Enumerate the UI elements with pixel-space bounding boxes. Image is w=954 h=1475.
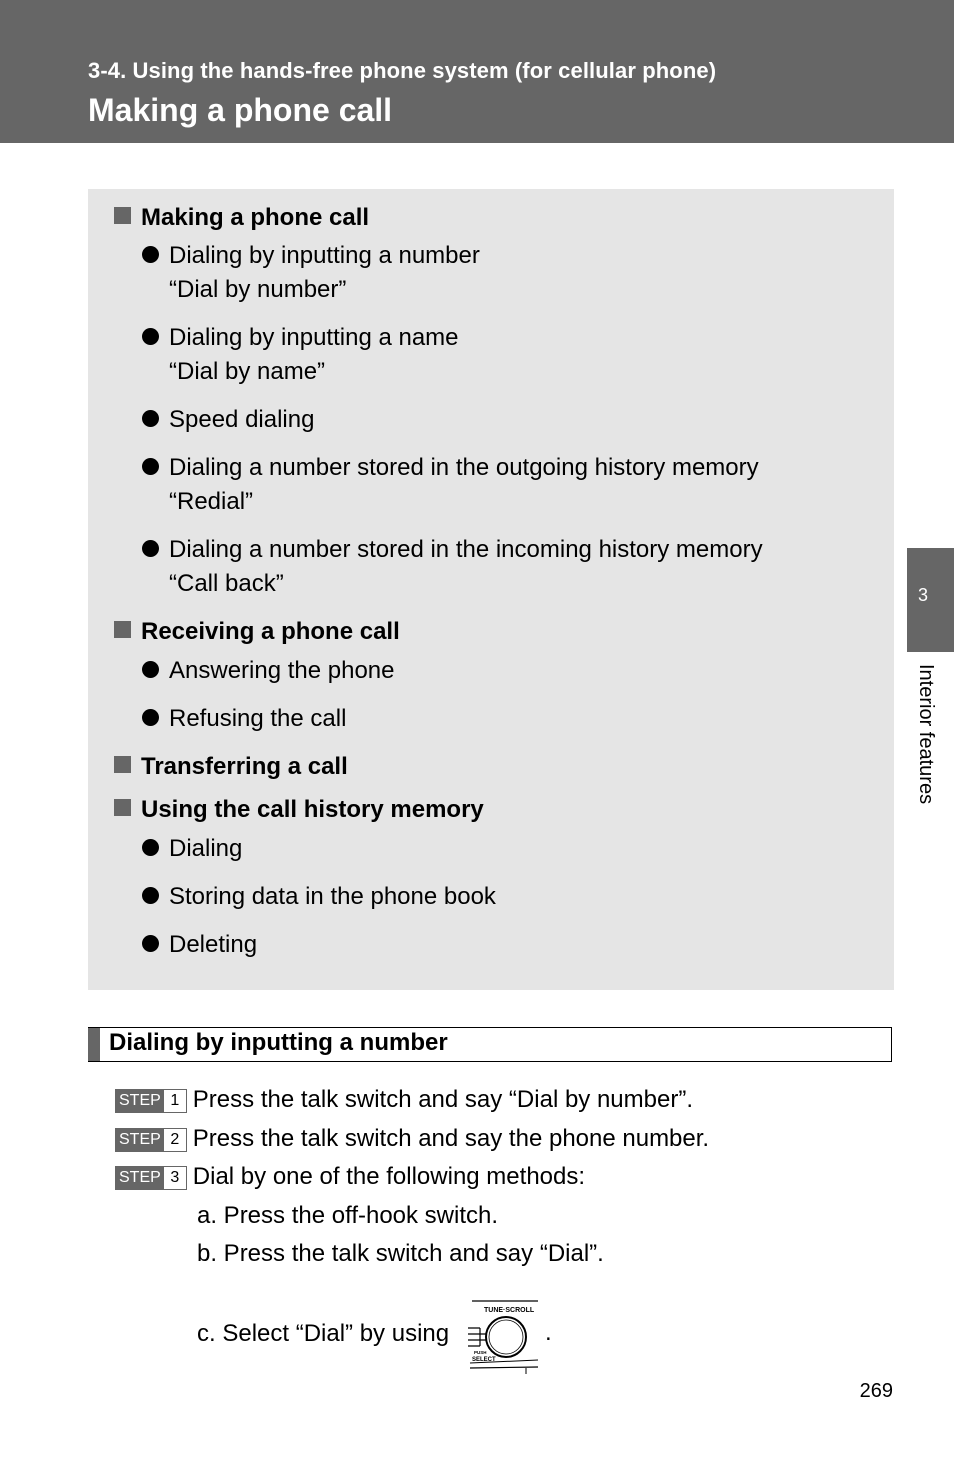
summary-bullet: Dialing a number stored in the incoming … xyxy=(142,533,763,601)
heading-bar xyxy=(88,1028,100,1061)
summary-heading: Transferring a call xyxy=(114,750,348,784)
step-1: STEP 1 Press the talk switch and say “Dial… xyxy=(115,1085,693,1115)
circle-bullet-icon xyxy=(142,328,159,345)
section-heading: Dialing by inputting a number xyxy=(88,1027,892,1062)
summary-bullet: Dialing by inputting a name “Dial by name… xyxy=(142,321,459,389)
circle-bullet-icon xyxy=(142,458,159,475)
knob-push-label: PUSH xyxy=(474,1350,487,1355)
summary-bullet: Storing data in the phone book xyxy=(142,880,496,914)
step-badge: STEP 1 xyxy=(115,1089,187,1113)
method-a: a. Press the off-hook switch. xyxy=(197,1202,499,1229)
chapter-number: 3 xyxy=(918,585,929,605)
summary-bullet: Deleting xyxy=(142,928,257,962)
summary-bullet: Speed dialing xyxy=(142,403,314,437)
chapter-label: Interior features xyxy=(915,664,937,805)
circle-bullet-icon xyxy=(142,540,159,557)
step-2: STEP 2 Press the talk switch and say the p… xyxy=(115,1124,709,1154)
section-title: Dialing by inputting a number xyxy=(109,1029,448,1056)
chapter-tab[interactable]: 3 xyxy=(907,548,954,652)
square-bullet-icon xyxy=(114,799,131,816)
tune-scroll-knob-icon: TUNE·SCROLL PUSH SELECT xyxy=(468,1300,539,1374)
page-title: Making a phone call xyxy=(88,92,393,128)
circle-bullet-icon xyxy=(142,709,159,726)
summary-heading: Receiving a phone call xyxy=(114,615,400,649)
page-number: 269 xyxy=(859,1380,893,1402)
summary-bullet: Refusing the call xyxy=(142,702,346,736)
method-b: b. Press the talk switch and say “Dial”. xyxy=(197,1240,604,1267)
summary-box: Making a phone call Dialing by inputting… xyxy=(88,189,894,990)
sentence-period: . xyxy=(545,1319,552,1346)
knob-top-label: TUNE·SCROLL xyxy=(484,1307,535,1314)
chapter-header: 3-4. Using the hands-free phone system (… xyxy=(0,0,954,143)
square-bullet-icon xyxy=(114,621,131,638)
summary-heading: Making a phone call xyxy=(114,201,369,235)
circle-bullet-icon xyxy=(142,839,159,856)
method-c: c. Select “Dial” by using xyxy=(197,1320,450,1347)
step-badge: STEP 3 xyxy=(115,1166,187,1190)
step-badge: STEP 2 xyxy=(115,1128,187,1152)
step-3: STEP 3 Dial by one of the following method… xyxy=(115,1162,585,1192)
summary-bullet: Dialing by inputting a number “Dial by nu… xyxy=(142,239,480,307)
circle-bullet-icon xyxy=(142,246,159,263)
summary-bullet: Dialing a number stored in the outgoing … xyxy=(142,451,759,519)
summary-heading: Using the call history memory xyxy=(114,793,484,827)
square-bullet-icon xyxy=(114,756,131,773)
section-subtitle: 3-4. Using the hands-free phone system (… xyxy=(88,58,717,83)
circle-bullet-icon xyxy=(142,935,159,952)
circle-bullet-icon xyxy=(142,410,159,427)
circle-bullet-icon xyxy=(142,661,159,678)
square-bullet-icon xyxy=(114,207,131,224)
summary-bullet: Answering the phone xyxy=(142,654,395,688)
circle-bullet-icon xyxy=(142,887,159,904)
summary-bullet: Dialing xyxy=(142,832,242,866)
